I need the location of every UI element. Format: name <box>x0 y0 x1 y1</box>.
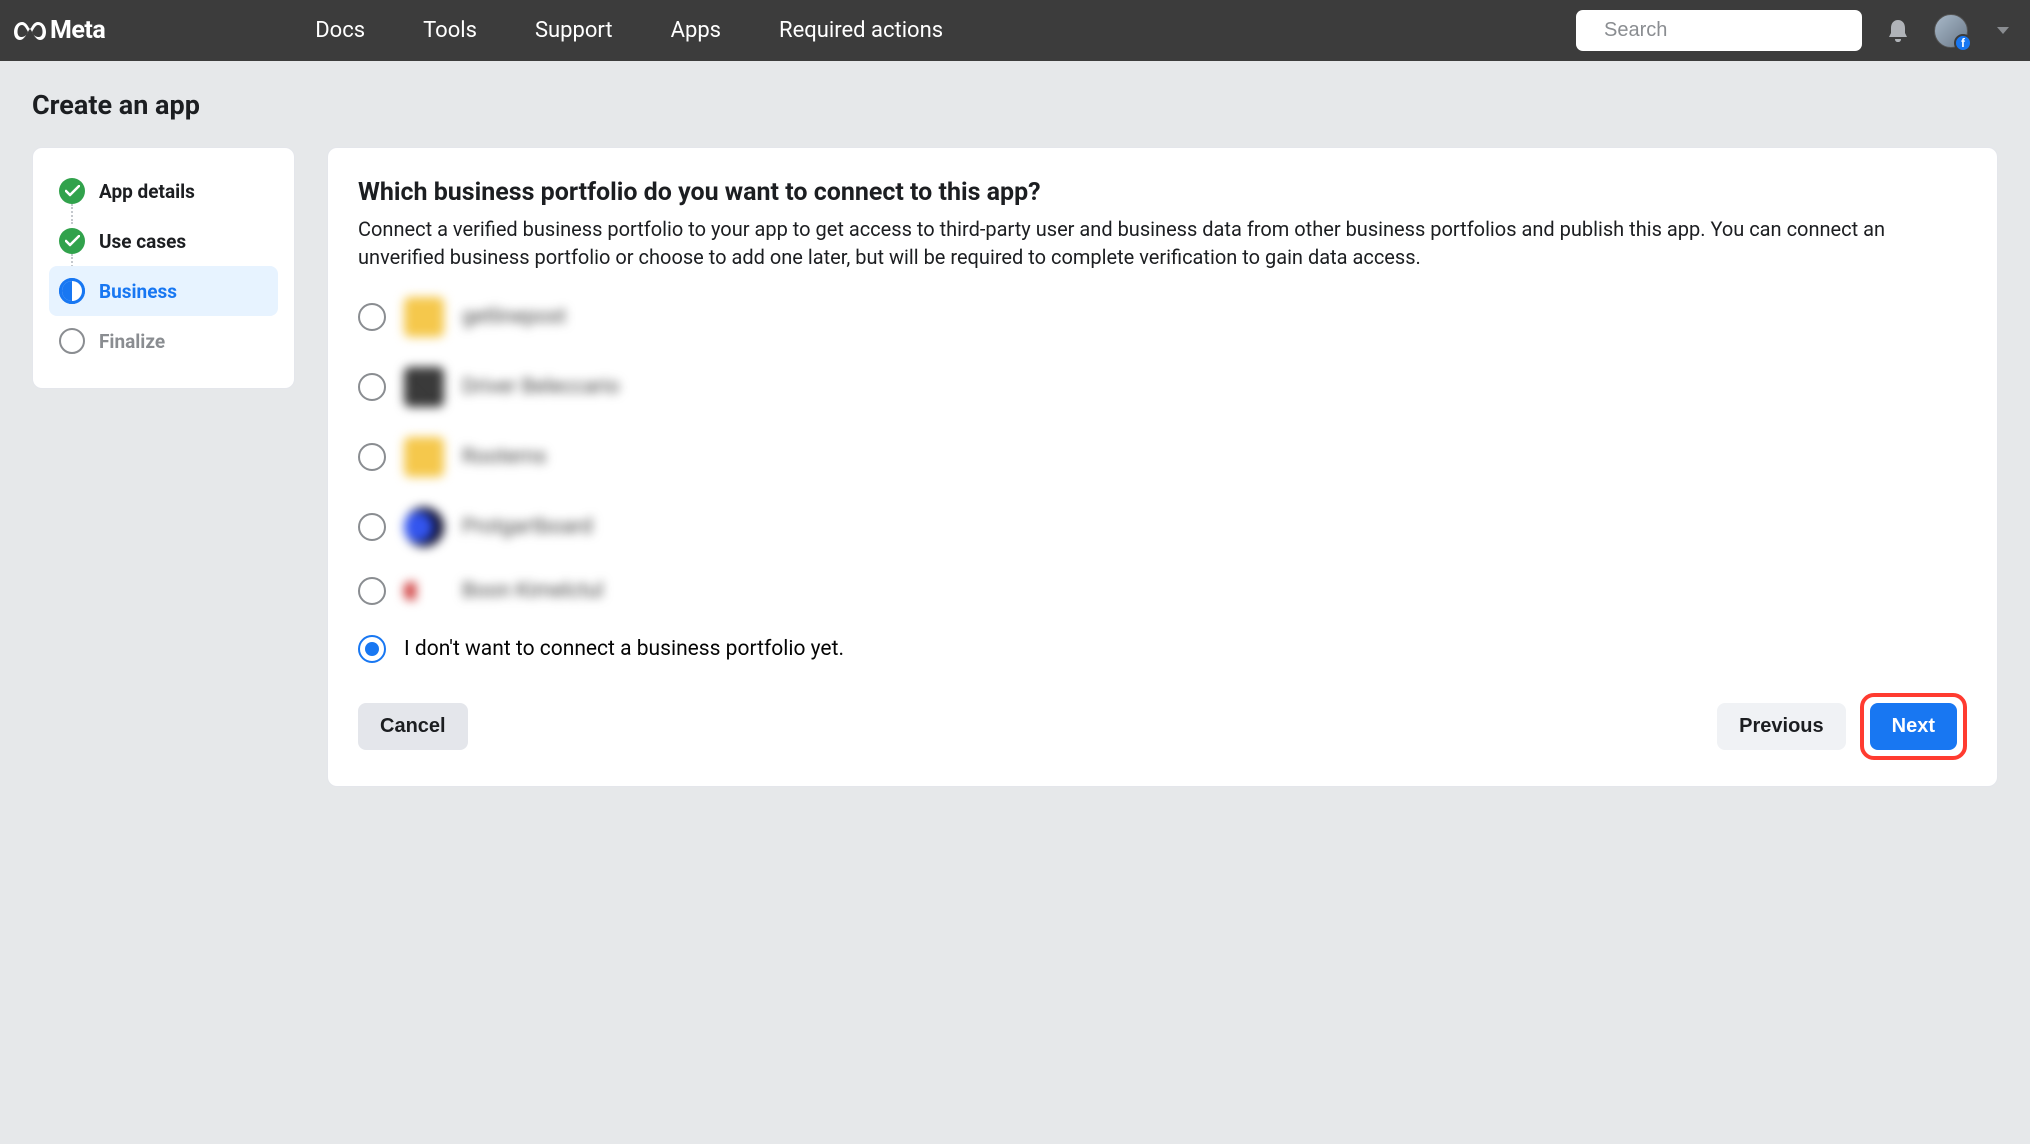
search-input[interactable] <box>1604 19 1869 42</box>
radio-button[interactable] <box>358 373 386 401</box>
question-description: Connect a verified business portfolio to… <box>358 215 1967 271</box>
next-button[interactable]: Next <box>1870 703 1957 750</box>
cancel-button[interactable]: Cancel <box>358 703 468 750</box>
checkmark-icon <box>59 178 85 204</box>
question-heading: Which business portfolio do you want to … <box>358 178 1967 207</box>
facebook-badge-icon: f <box>1954 34 1972 52</box>
notifications-icon[interactable] <box>1886 18 1910 44</box>
previous-button[interactable]: Previous <box>1717 703 1845 750</box>
no-portfolio-option[interactable]: I don't want to connect a business portf… <box>358 635 1967 663</box>
meta-logo[interactable]: Meta <box>14 16 105 45</box>
step-business[interactable]: Business <box>49 266 278 316</box>
radio-button[interactable] <box>358 513 386 541</box>
brand-text: Meta <box>50 16 105 45</box>
next-button-highlight: Next <box>1860 693 1967 760</box>
top-nav: Meta Docs Tools Support Apps Required ac… <box>0 0 2030 61</box>
portfolio-icon <box>404 297 444 337</box>
portfolio-option[interactable]: Driver Beleccario <box>358 367 1967 407</box>
no-portfolio-label: I don't want to connect a business portf… <box>404 637 844 661</box>
nav-links: Docs Tools Support Apps Required actions <box>315 18 943 43</box>
page-title: Create an app <box>32 89 1998 121</box>
portfolio-icon <box>404 582 444 600</box>
step-label: Business <box>99 280 177 303</box>
nav-tools[interactable]: Tools <box>423 18 477 43</box>
step-app-details[interactable]: App details <box>49 166 278 216</box>
radio-button[interactable] <box>358 443 386 471</box>
radio-button[interactable] <box>358 303 386 331</box>
card-footer: Cancel Previous Next <box>358 693 1967 760</box>
portfolio-label: Boon Kimelctul <box>462 579 603 603</box>
layout: App details Use cases Business <box>32 147 1998 787</box>
steps-sidebar: App details Use cases Business <box>32 147 295 389</box>
step-label: App details <box>99 180 195 203</box>
portfolio-label: Protgartboard <box>462 515 593 539</box>
nav-apps[interactable]: Apps <box>671 18 721 43</box>
step-label: Finalize <box>99 330 165 353</box>
nav-required-actions[interactable]: Required actions <box>779 18 943 43</box>
portfolio-icon <box>404 367 444 407</box>
half-circle-icon <box>59 278 85 304</box>
nav-right: f <box>1576 10 2016 51</box>
portfolio-label: getlinepost <box>462 305 566 329</box>
portfolio-label: Rooterns <box>462 445 546 469</box>
account-caret-icon[interactable] <box>1996 26 2010 36</box>
step-label: Use cases <box>99 230 186 253</box>
page-body: Create an app App details Use cases <box>0 61 2030 815</box>
portfolio-icon <box>404 507 444 547</box>
search-box[interactable] <box>1576 10 1862 51</box>
portfolio-option[interactable]: Rooterns <box>358 437 1967 477</box>
step-use-cases[interactable]: Use cases <box>49 216 278 266</box>
portfolio-option[interactable]: Protgartboard <box>358 507 1967 547</box>
radio-button[interactable] <box>358 635 386 663</box>
portfolio-option[interactable]: Boon Kimelctul <box>358 577 1967 605</box>
portfolio-options: getlinepost Driver Beleccario Rooterns P… <box>358 297 1967 663</box>
portfolio-option[interactable]: getlinepost <box>358 297 1967 337</box>
radio-button[interactable] <box>358 577 386 605</box>
nav-support[interactable]: Support <box>535 18 613 43</box>
checkmark-icon <box>59 228 85 254</box>
main-card: Which business portfolio do you want to … <box>327 147 1998 787</box>
step-finalize[interactable]: Finalize <box>49 316 278 366</box>
portfolio-icon <box>404 437 444 477</box>
nav-docs[interactable]: Docs <box>315 18 365 43</box>
meta-infinity-icon <box>14 20 46 42</box>
portfolio-label: Driver Beleccario <box>462 375 620 399</box>
pending-circle-icon <box>59 328 85 354</box>
user-avatar[interactable]: f <box>1934 14 1968 48</box>
